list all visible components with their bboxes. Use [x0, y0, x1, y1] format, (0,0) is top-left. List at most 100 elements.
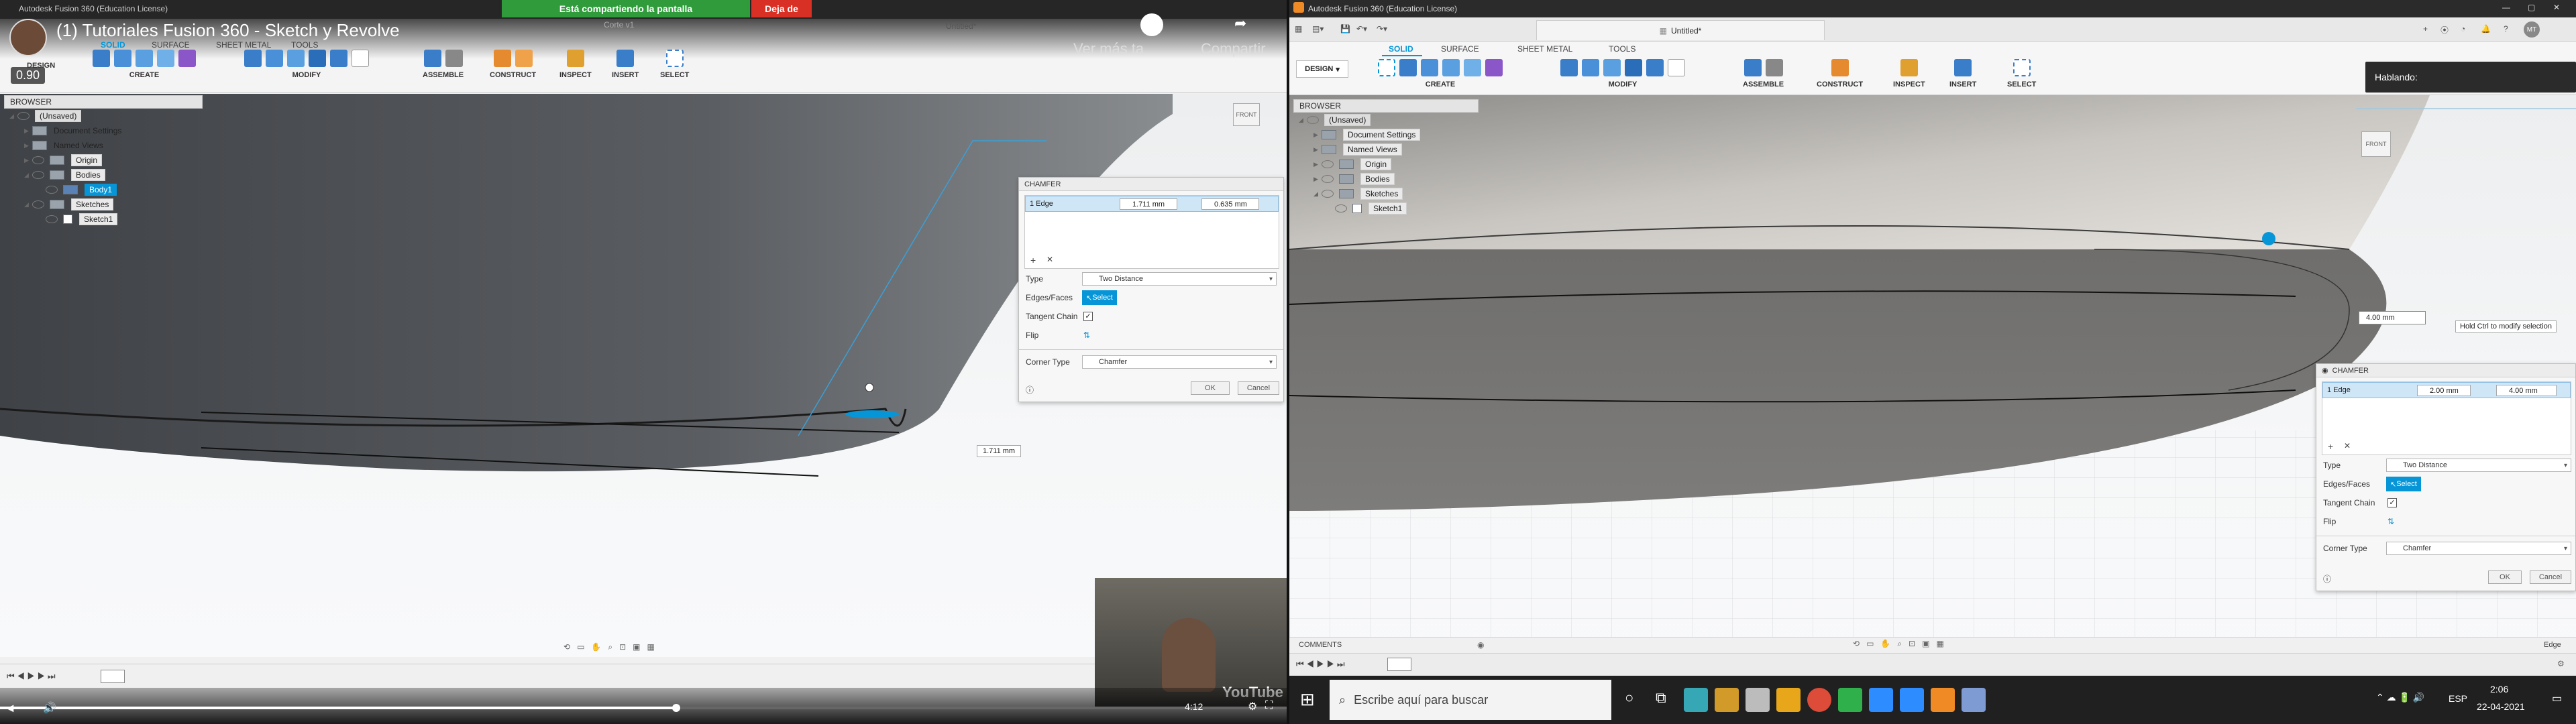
video-scrubber[interactable]: [672, 704, 680, 712]
eye-icon[interactable]: [1307, 116, 1319, 124]
dimension-input[interactable]: 4.00 mm: [2359, 311, 2426, 324]
browser-item-body1[interactable]: Body1: [4, 182, 203, 197]
zoom-icon[interactable]: [1869, 688, 1893, 712]
joint-icon[interactable]: [1743, 59, 1762, 76]
extrude-icon[interactable]: [1399, 59, 1417, 76]
extrude-icon[interactable]: [114, 50, 131, 67]
tangent-chain-checkbox[interactable]: ✓: [1083, 312, 1093, 321]
fillet-icon[interactable]: [1582, 59, 1599, 76]
joint-icon[interactable]: [423, 50, 441, 67]
taskbar-search-box[interactable]: ⌕ Escribe aquí para buscar: [1330, 680, 1611, 720]
fillet-icon[interactable]: [266, 50, 283, 67]
offset-plane-icon[interactable]: [493, 50, 511, 67]
timeline-feature-icon[interactable]: [1387, 658, 1411, 671]
chamfer-handle[interactable]: [2262, 232, 2275, 245]
sweep-icon[interactable]: [1442, 59, 1460, 76]
measure-icon[interactable]: [566, 50, 584, 67]
minimize-icon[interactable]: —: [2502, 3, 2510, 12]
chamfer-icon[interactable]: [287, 50, 305, 67]
viewport[interactable]: FRONT 4.00 mm Hold Ctrl to modify select…: [1289, 62, 2576, 676]
save-icon[interactable]: 💾: [1340, 24, 1350, 34]
browser-item-root[interactable]: ◢ (Unsaved): [1293, 113, 1479, 127]
move-icon[interactable]: [1668, 59, 1685, 76]
add-tab-icon[interactable]: +: [2423, 24, 2428, 34]
flip-icon[interactable]: ⇅: [2387, 517, 2394, 526]
timeline-feature-icon[interactable]: [101, 670, 125, 683]
chamfer-dialog-header[interactable]: ◉ CHAMFER: [2316, 364, 2575, 377]
grid-menu-icon[interactable]: ▦: [1295, 24, 1302, 34]
chamfer-icon[interactable]: [1603, 59, 1621, 76]
viewcube[interactable]: FRONT: [1228, 97, 1268, 133]
document-tab[interactable]: ▦ Untitled*: [1536, 20, 1825, 40]
user-avatar[interactable]: MT: [2524, 21, 2540, 38]
insert-image-icon[interactable]: [1954, 59, 1972, 76]
info-icon[interactable]: ⓘ: [1026, 384, 1034, 396]
bell-icon[interactable]: 🔔: [2481, 24, 2491, 34]
zoom-meeting-icon[interactable]: [1900, 688, 1924, 712]
chamfer-dialog-header[interactable]: CHAMFER: [1019, 178, 1283, 191]
display-icon[interactable]: ▣: [633, 642, 640, 656]
grid-icon[interactable]: ▦: [1937, 639, 1944, 649]
ok-button[interactable]: OK: [2488, 570, 2522, 584]
video-viewport[interactable]: 1.711 mm FRONT BROWSER ◢ (Unsaved) ▶ Docum…: [0, 94, 1287, 657]
tab-surface[interactable]: SURFACE: [1441, 44, 1479, 54]
edges-select-button[interactable]: ↖ Select: [2386, 477, 2421, 491]
zoom-icon[interactable]: ⌕: [608, 642, 612, 656]
remove-icon[interactable]: ✕: [2344, 441, 2351, 450]
inspect-group[interactable]: INSPECT: [1893, 59, 1925, 88]
tab-solid[interactable]: SOLID: [1389, 44, 1413, 54]
app-icon-files[interactable]: [1746, 688, 1770, 712]
create-group[interactable]: CREATE: [1378, 59, 1503, 88]
jobs-icon[interactable]: ◔: [2461, 24, 2465, 34]
look-icon[interactable]: ▭: [577, 642, 584, 656]
pan-icon[interactable]: ✋: [1880, 639, 1890, 649]
chamfer-manipulator[interactable]: [845, 410, 899, 418]
task-view-icon[interactable]: ⧉: [1656, 689, 1666, 707]
press-pull-icon[interactable]: [1560, 59, 1578, 76]
tab-sheet-metal[interactable]: SHEET METAL: [1517, 44, 1572, 54]
fit-icon[interactable]: ⊡: [1909, 639, 1915, 649]
orbit-icon[interactable]: ⟲: [564, 642, 570, 656]
clock-icon[interactable]: [1140, 13, 1163, 36]
move-icon[interactable]: [352, 50, 369, 67]
measure-icon[interactable]: [1900, 59, 1918, 76]
browser-item-sketch1[interactable]: Sketch1: [1293, 201, 1479, 216]
browser-item-bodies[interactable]: ▶ Bodies: [1293, 172, 1479, 186]
tab-tools[interactable]: TOOLS: [1609, 44, 1635, 54]
pan-icon[interactable]: ✋: [591, 642, 601, 656]
distance1-field[interactable]: 1.711 mm: [1120, 198, 1177, 210]
clock-time[interactable]: 2:06: [2490, 684, 2508, 695]
cancel-button[interactable]: Cancel: [2530, 570, 2571, 584]
sketch-icon[interactable]: [157, 50, 174, 67]
select-box-icon[interactable]: [2012, 59, 2031, 76]
display-icon[interactable]: ▣: [1922, 639, 1929, 649]
type-dropdown[interactable]: Two Distance: [1082, 272, 1277, 286]
app-icon-green[interactable]: [1838, 688, 1862, 712]
browser-item-document-settings[interactable]: ▶ Document Settings: [1293, 127, 1479, 142]
collapse-icon[interactable]: ◉: [2322, 366, 2328, 375]
type-dropdown[interactable]: Two Distance: [2386, 459, 2571, 472]
insert-group[interactable]: INSERT: [1949, 59, 1976, 88]
browser-item-named-views[interactable]: ▶ Named Views: [1293, 142, 1479, 157]
form-icon[interactable]: [1485, 59, 1503, 76]
cancel-button[interactable]: Cancel: [1238, 381, 1279, 395]
flip-icon[interactable]: ⇅: [1083, 330, 1090, 340]
combine-icon[interactable]: [330, 50, 347, 67]
eye-icon[interactable]: [17, 112, 30, 120]
cortana-icon[interactable]: ○: [1625, 689, 1633, 707]
offset-plane-icon[interactable]: [1831, 59, 1849, 76]
select-group[interactable]: SELECT: [660, 50, 689, 79]
online-icon[interactable]: ⦿: [2440, 24, 2449, 36]
language-indicator[interactable]: ESP: [2449, 693, 2467, 704]
play-pause-icon[interactable]: ◄: [4, 701, 16, 715]
share-arrow-icon[interactable]: ➦: [1234, 15, 1246, 32]
file-icon[interactable]: ▤▾: [1312, 24, 1324, 34]
distance1-field[interactable]: 2.00 mm: [2417, 385, 2471, 396]
maximize-icon[interactable]: ▢: [2528, 3, 2535, 12]
timeline-controls-icon[interactable]: ⏮ ◀ ▶ ▶ ⏭: [7, 671, 56, 682]
corner-type-dropdown[interactable]: Chamfer: [1082, 355, 1277, 369]
as-built-joint-icon[interactable]: [445, 50, 463, 67]
modify-group[interactable]: MODIFY: [1560, 59, 1685, 88]
viewcube-front-face[interactable]: FRONT: [1233, 103, 1260, 126]
tray-icons[interactable]: ⌃ ☁ 🔋 🔊: [2376, 692, 2424, 703]
